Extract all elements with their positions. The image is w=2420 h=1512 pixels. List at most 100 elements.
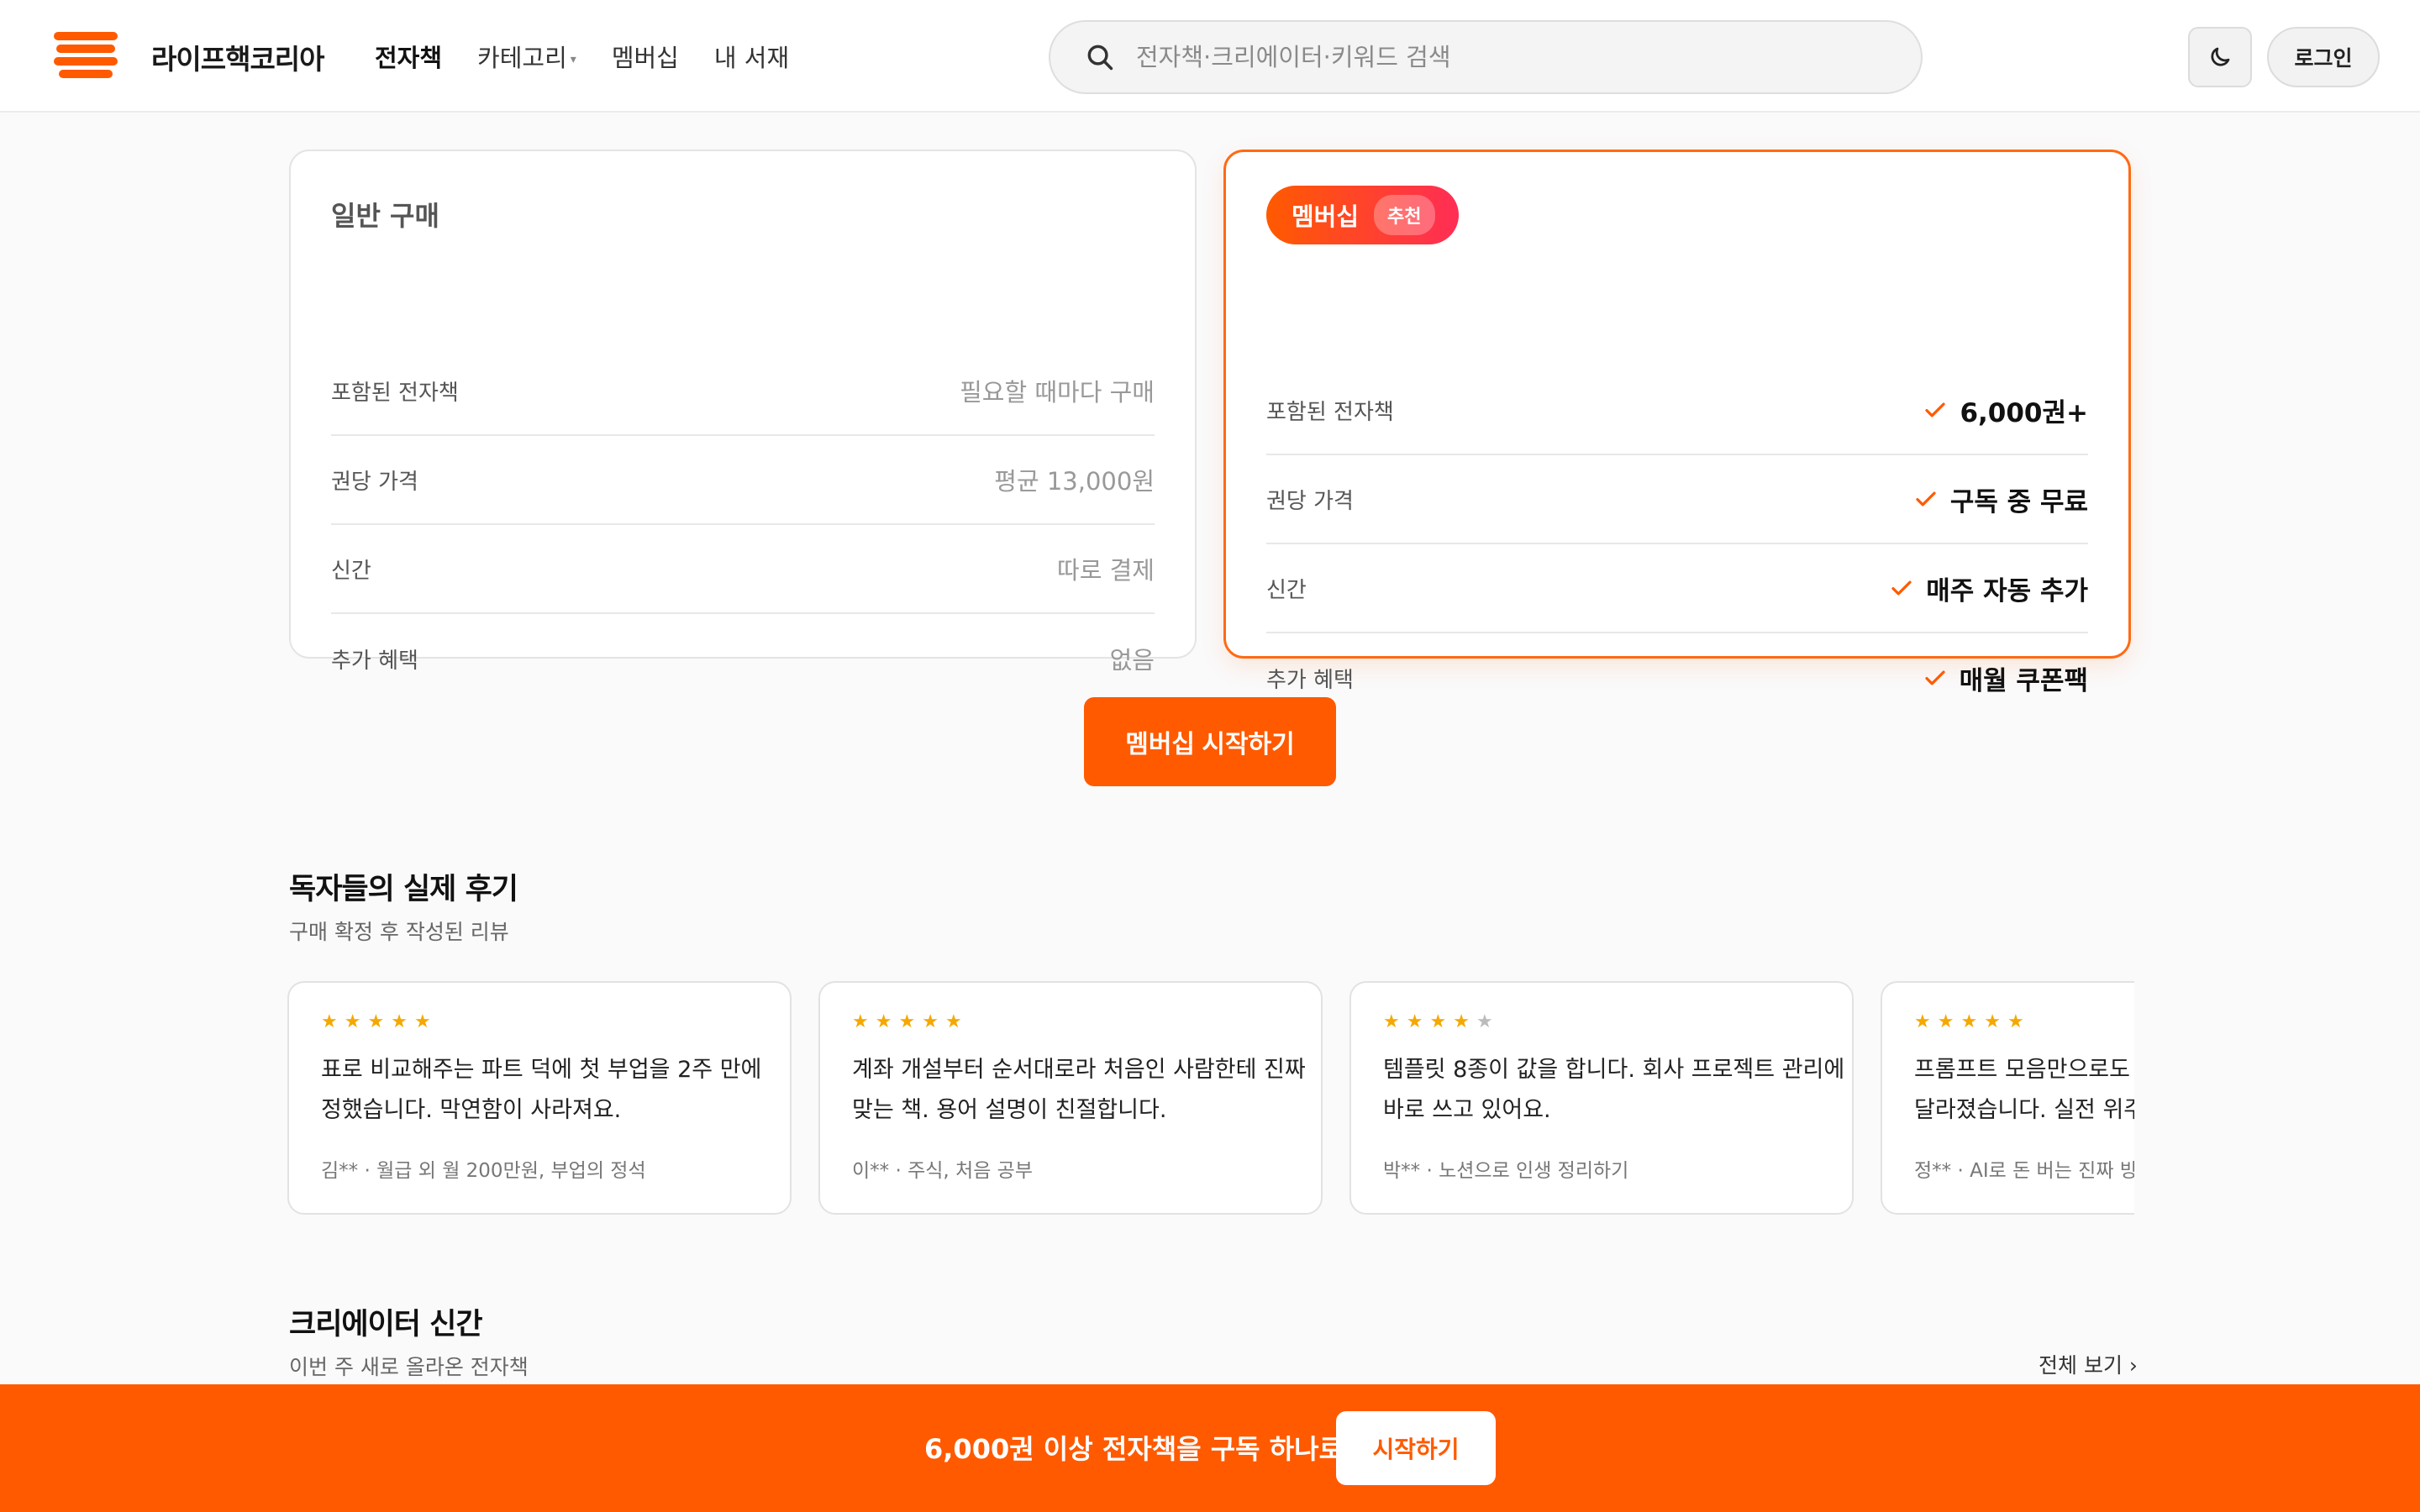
logo-icon[interactable] <box>54 32 118 79</box>
row-key: 추가 혜택 <box>1266 667 1354 693</box>
chevron-down-icon: ▾ <box>570 53 576 66</box>
review-meta: 박** · 노션으로 인생 정리하기 <box>1383 1160 1629 1182</box>
star-icon: ★ <box>875 1011 892 1032</box>
reviews-carousel[interactable]: ★ ★ ★ ★ ★ 표로 비교해주는 파트 덕에 첫 부업을 2주 만에 정했습니다. 막… <box>286 979 2134 1216</box>
row-value: 6,000권+ <box>1960 397 2088 428</box>
membership-badge: 멤버십 추천 <box>1266 186 1459 244</box>
reviews-subtitle: 구매 확정 후 작성된 리뷰 <box>289 920 509 944</box>
search-input[interactable] <box>1136 43 1892 71</box>
basic-purchase-card: 일반 구매 포함된 전자책 필요할 때마다 구매 권당 가격 평균 13,000원 … <box>289 150 1197 675</box>
bottom-start-button[interactable]: 시작하기 <box>1336 1411 1496 1485</box>
theme-toggle-button[interactable] <box>2188 27 2252 87</box>
row-value: 매월 쿠폰팩 <box>1959 665 2088 696</box>
moon-icon <box>2211 47 2230 66</box>
row-value-wrap: 구독 중 무료 <box>1913 480 2088 518</box>
star-icon: ★ <box>1453 1011 1470 1032</box>
review-card[interactable]: ★ ★ ★ ★ ★ 계좌 개설부터 순서대로라 처음인 사람한테 진짜 맞는 책. 용어 … <box>818 981 1323 1215</box>
star-icon: ★ <box>344 1011 361 1032</box>
review-card[interactable]: ★ ★ ★ ★ ★ 표로 비교해주는 파트 덕에 첫 부업을 2주 만에 정했습니다. 막… <box>287 981 792 1215</box>
new-releases-subtitle: 이번 주 새로 올라온 전자책 <box>289 1355 529 1379</box>
star-icon: ★ <box>922 1011 939 1032</box>
row-value: 평균 13,000원 <box>994 467 1155 496</box>
review-card[interactable]: ★ ★ ★ ★ ★ 템플릿 8종이 값을 합니다. 회사 프로젝트 관리에 바로 쓰고 있… <box>1349 981 1854 1215</box>
star-rating: ★ ★ ★ ★ ★ <box>321 1013 758 1032</box>
star-rating: ★ ★ ★ ★ ★ <box>1383 1013 1820 1032</box>
row-key: 포함된 전자책 <box>1266 399 1394 425</box>
star-icon: ★ <box>1429 1011 1447 1032</box>
star-icon: ★ <box>1476 1011 1493 1032</box>
star-rating: ★ ★ ★ ★ ★ <box>852 1013 1289 1032</box>
membership-row: 포함된 전자책 6,000권+ <box>1266 366 2088 455</box>
star-icon: ★ <box>944 1011 962 1032</box>
star-icon: ★ <box>852 1011 869 1032</box>
search-icon <box>1087 45 1113 71</box>
row-value-wrap: 매월 쿠폰팩 <box>1923 659 2088 697</box>
review-text: 프롬프트 모음만으로도 오 달라졌습니다. 실전 위주 <box>1914 1050 2134 1131</box>
row-key: 신간 <box>331 558 371 584</box>
star-icon: ★ <box>898 1011 916 1032</box>
bottom-cta-text: 6,000권 이상 전자책을 구독 하나로 <box>924 1433 1344 1465</box>
nav-my-library[interactable]: 내 서재 <box>714 39 789 74</box>
star-icon: ★ <box>2007 1011 2024 1032</box>
review-card[interactable]: ★ ★ ★ ★ ★ 프롬프트 모음만으로도 오 달라졌습니다. 실전 위주 정** · A… <box>1881 981 2134 1215</box>
basic-row: 포함된 전자책 필요할 때마다 구매 <box>331 347 1155 436</box>
basic-feature-list: 포함된 전자책 필요할 때마다 구매 권당 가격 평균 13,000원 신간 따로 결… <box>331 347 1155 703</box>
main-nav: 전자책 카테고리 ▾ 멤버십 내 서재 <box>375 39 789 74</box>
review-text: 표로 비교해주는 파트 덕에 첫 부업을 2주 만에 정했습니다. 막연함이 사라… <box>321 1050 762 1131</box>
star-icon: ★ <box>1914 1011 1931 1032</box>
brand-name[interactable]: 라이프핵코리아 <box>151 37 325 77</box>
nav-membership[interactable]: 멤버십 <box>612 39 679 74</box>
nav-membership-label: 멤버십 <box>611 44 679 72</box>
check-icon <box>1916 491 1936 507</box>
top-header: 라이프핵코리아 전자책 카테고리▾ 멤버십 내 서재 로그인 <box>0 0 2420 113</box>
row-value: 필요할 때마다 구매 <box>960 378 1155 407</box>
review-line: 표로 비교해주는 파트 덕에 첫 부업을 2주 만에 <box>321 1057 762 1083</box>
search-bar[interactable] <box>1049 20 1923 94</box>
start-membership-button[interactable]: 멤버십 시작하기 <box>1084 697 1336 786</box>
membership-feature-list: 포함된 전자책 6,000권+ 권당 가격 구독 중 무료 신간 매주 자동 추가 추… <box>1266 366 2088 722</box>
star-icon: ★ <box>1406 1011 1423 1032</box>
row-value: 구독 중 무료 <box>1949 486 2088 517</box>
see-all-label: 전체 보기 <box>2039 1353 2123 1378</box>
membership-row: 추가 혜택 매월 쿠폰팩 <box>1266 633 2088 722</box>
review-meta: 김** · 월급 외 월 200만원, 부업의 정석 <box>321 1160 646 1182</box>
star-icon: ★ <box>1383 1011 1400 1032</box>
reviews-title: 독자들의 실제 후기 <box>289 873 518 906</box>
star-rating: ★ ★ ★ ★ ★ <box>1914 1013 2134 1032</box>
nav-ebooks[interactable]: 전자책 <box>375 39 442 74</box>
star-icon: ★ <box>1960 1011 1978 1032</box>
row-key: 권당 가격 <box>1266 488 1354 514</box>
check-icon <box>1924 670 1945 685</box>
membership-row: 권당 가격 구독 중 무료 <box>1266 455 2088 544</box>
row-value-wrap: 매주 자동 추가 <box>1889 570 2088 607</box>
review-line: 계좌 개설부터 순서대로라 처음인 사람한테 진짜 <box>852 1057 1306 1083</box>
nav-category-label: 카테고리 <box>477 44 567 72</box>
row-value: 따로 결제 <box>1057 556 1155 585</box>
nav-my-library-label: 내 서재 <box>713 44 790 72</box>
review-text: 템플릿 8종이 값을 합니다. 회사 프로젝트 관리에 바로 쓰고 있어요. <box>1383 1050 1844 1131</box>
check-icon <box>1891 580 1912 596</box>
nav-ebooks-label: 전자책 <box>375 44 443 72</box>
membership-badge-label: 멤버십 <box>1292 202 1360 231</box>
nav-category[interactable]: 카테고리 ▾ <box>477 39 576 74</box>
row-key: 추가 혜택 <box>331 648 418 674</box>
new-releases-title: 크리에이터 신간 <box>289 1308 483 1341</box>
see-all-link[interactable]: 전체 보기 › <box>2039 1349 2138 1379</box>
basic-row: 추가 혜택 없음 <box>331 614 1155 703</box>
bottom-cta-bar: 6,000권 이상 전자책을 구독 하나로 시작하기 <box>0 1384 2420 1512</box>
chevron-right-icon: › <box>2122 1353 2138 1378</box>
star-icon: ★ <box>321 1011 338 1032</box>
login-button[interactable]: 로그인 <box>2267 27 2380 87</box>
row-value: 매주 자동 추가 <box>1926 575 2088 606</box>
membership-row: 신간 매주 자동 추가 <box>1266 544 2088 633</box>
check-icon <box>1925 402 1946 417</box>
star-icon: ★ <box>391 1011 408 1032</box>
review-meta: 이** · 주식, 처음 공부 <box>852 1160 1033 1182</box>
star-icon: ★ <box>367 1011 385 1032</box>
star-icon: ★ <box>1937 1011 1954 1032</box>
row-key: 포함된 전자책 <box>331 380 459 406</box>
row-value: 없음 <box>1109 646 1155 675</box>
basic-card-title: 일반 구매 <box>331 200 439 232</box>
basic-row: 신간 따로 결제 <box>331 525 1155 614</box>
row-key: 신간 <box>1266 577 1307 603</box>
